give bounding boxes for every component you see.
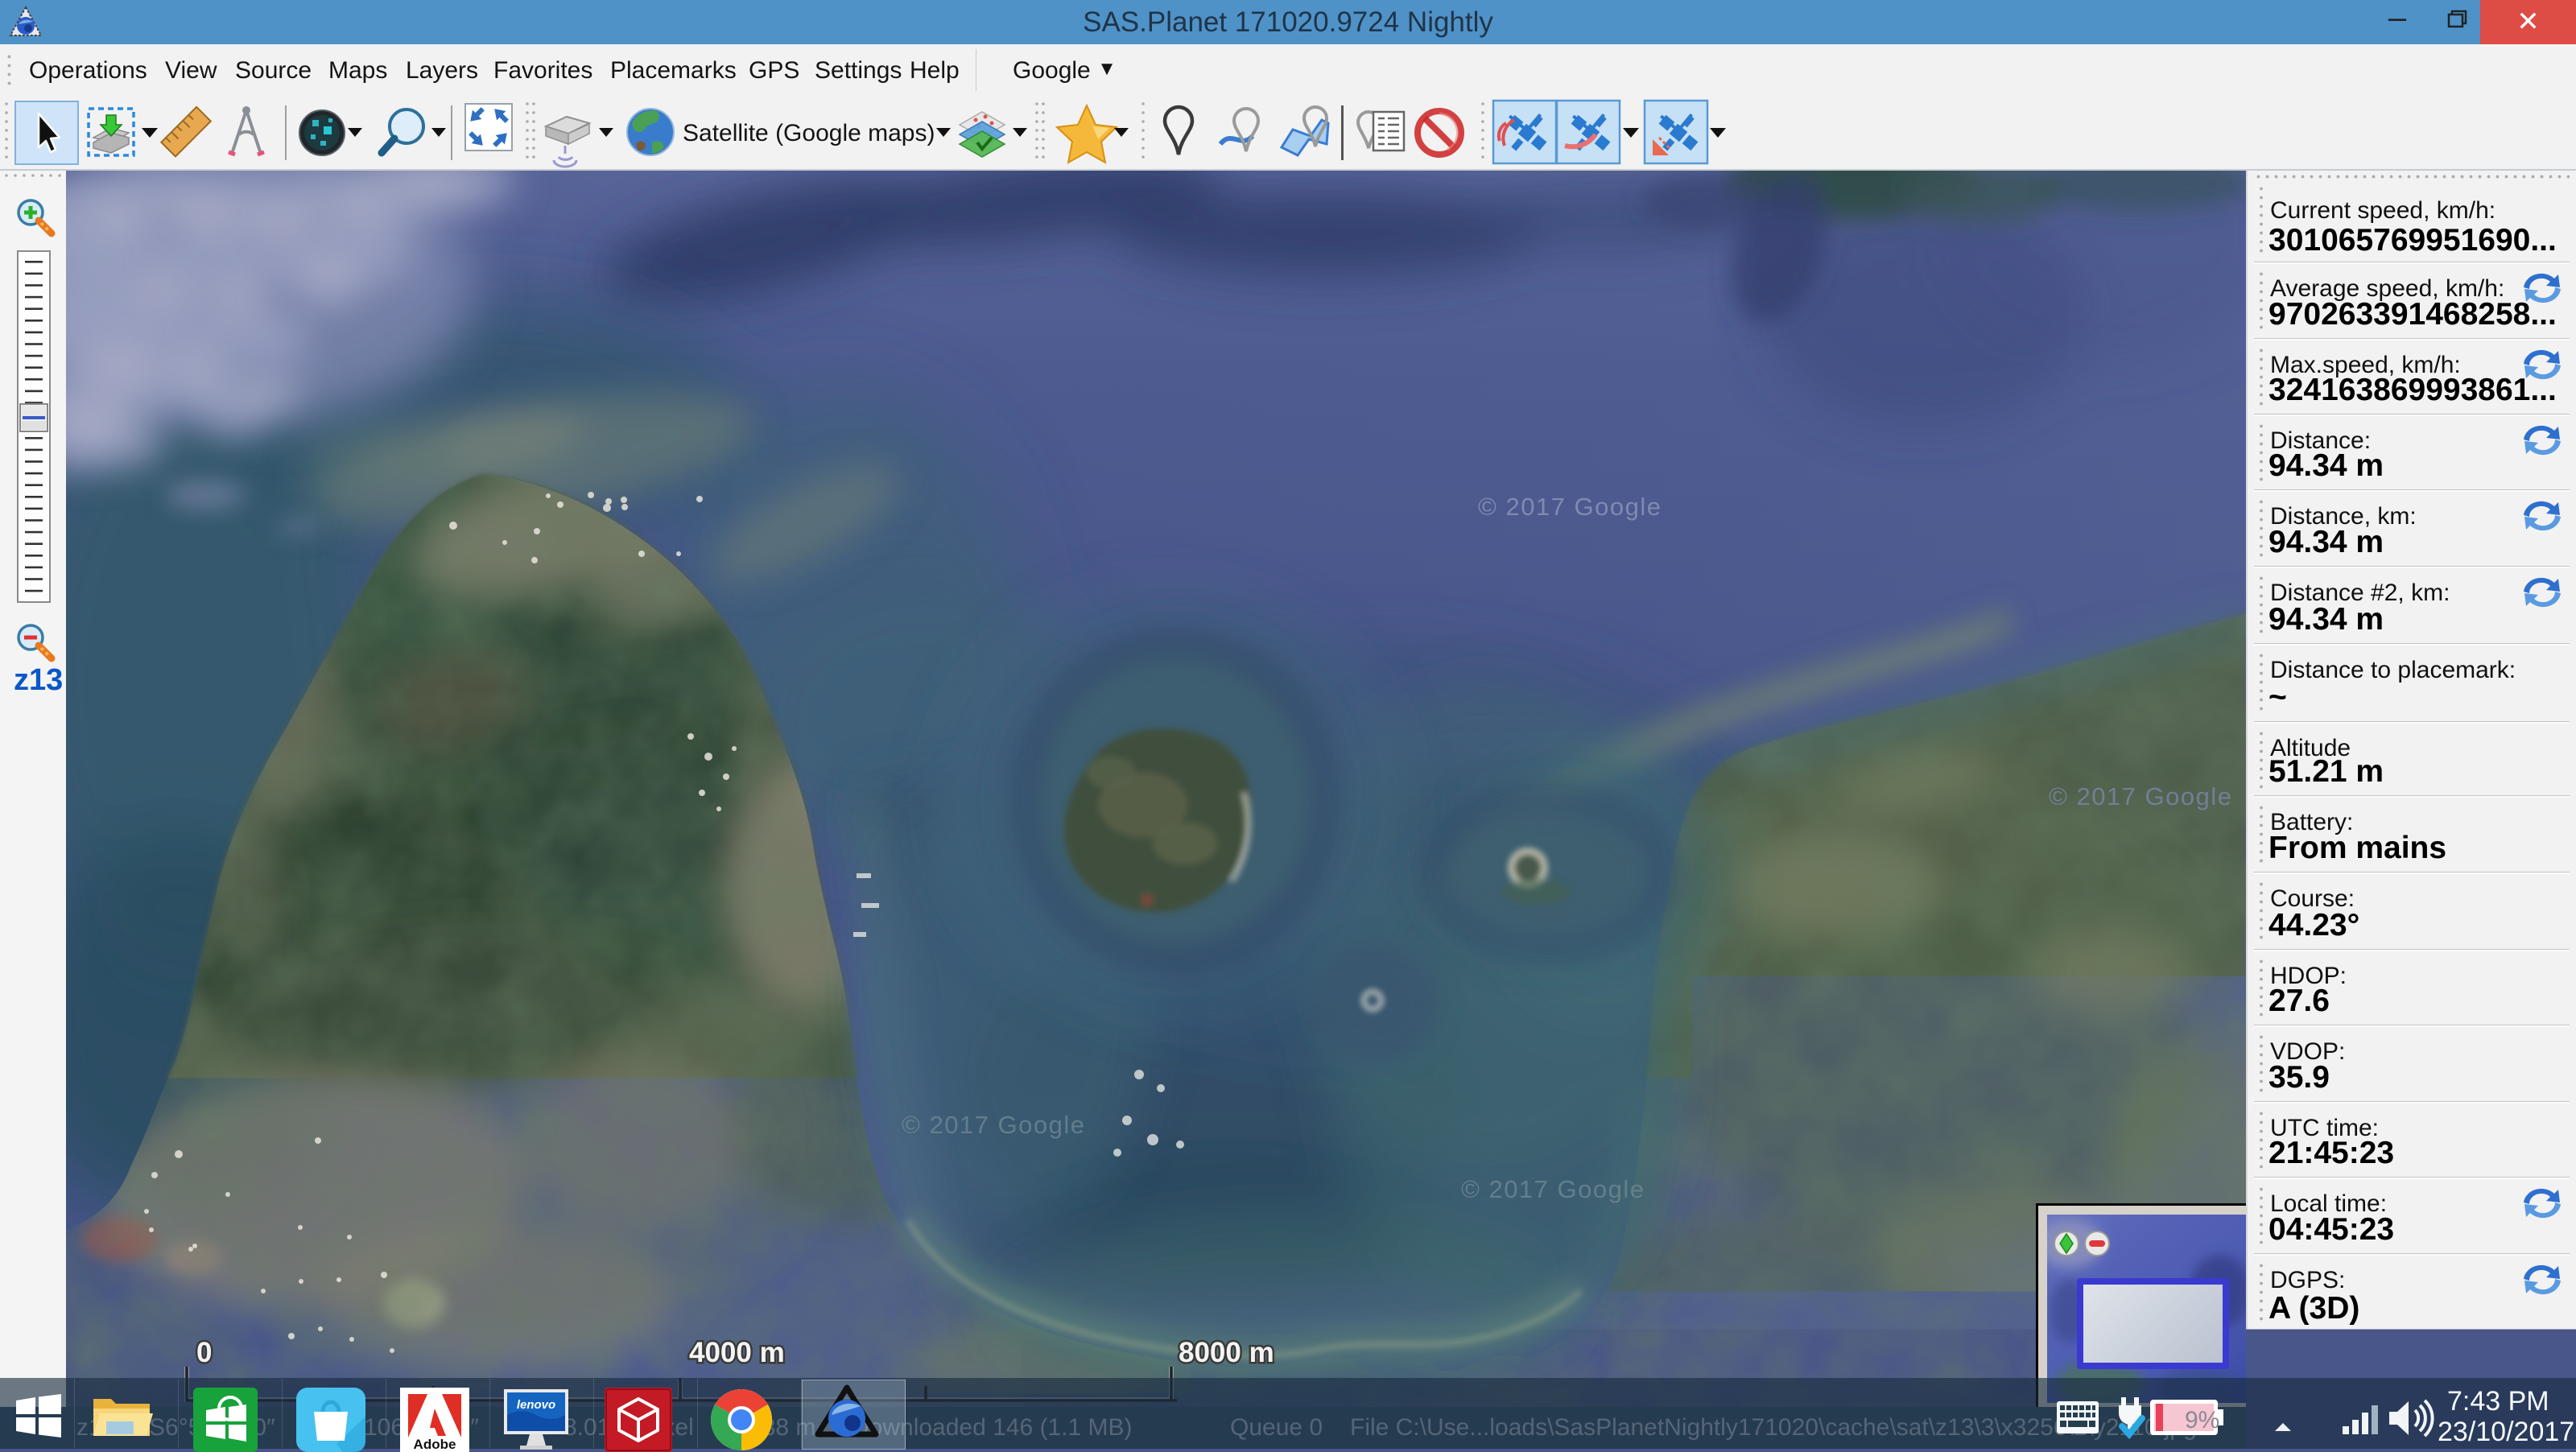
svg-text:© 2017 Google: © 2017 Google — [2049, 782, 2233, 811]
svg-text:4000 m: 4000 m — [689, 1337, 785, 1368]
svg-text:9%: 9% — [2185, 1407, 2219, 1433]
svg-text:© 2017 Google: © 2017 Google — [1461, 1175, 1645, 1203]
svg-text:lenovo: lenovo — [517, 1398, 555, 1412]
svg-text:8000 m: 8000 m — [1179, 1337, 1274, 1368]
svg-text:z13: z13 — [14, 663, 63, 697]
svg-text:Satellite (Google maps): Satellite (Google maps) — [683, 120, 935, 146]
svg-text:Adobe: Adobe — [414, 1437, 456, 1452]
svg-text:0: 0 — [196, 1337, 212, 1368]
svg-text:© 2017 Google: © 2017 Google — [1478, 493, 1662, 521]
svg-text:© 2017 Google: © 2017 Google — [902, 1111, 1086, 1139]
